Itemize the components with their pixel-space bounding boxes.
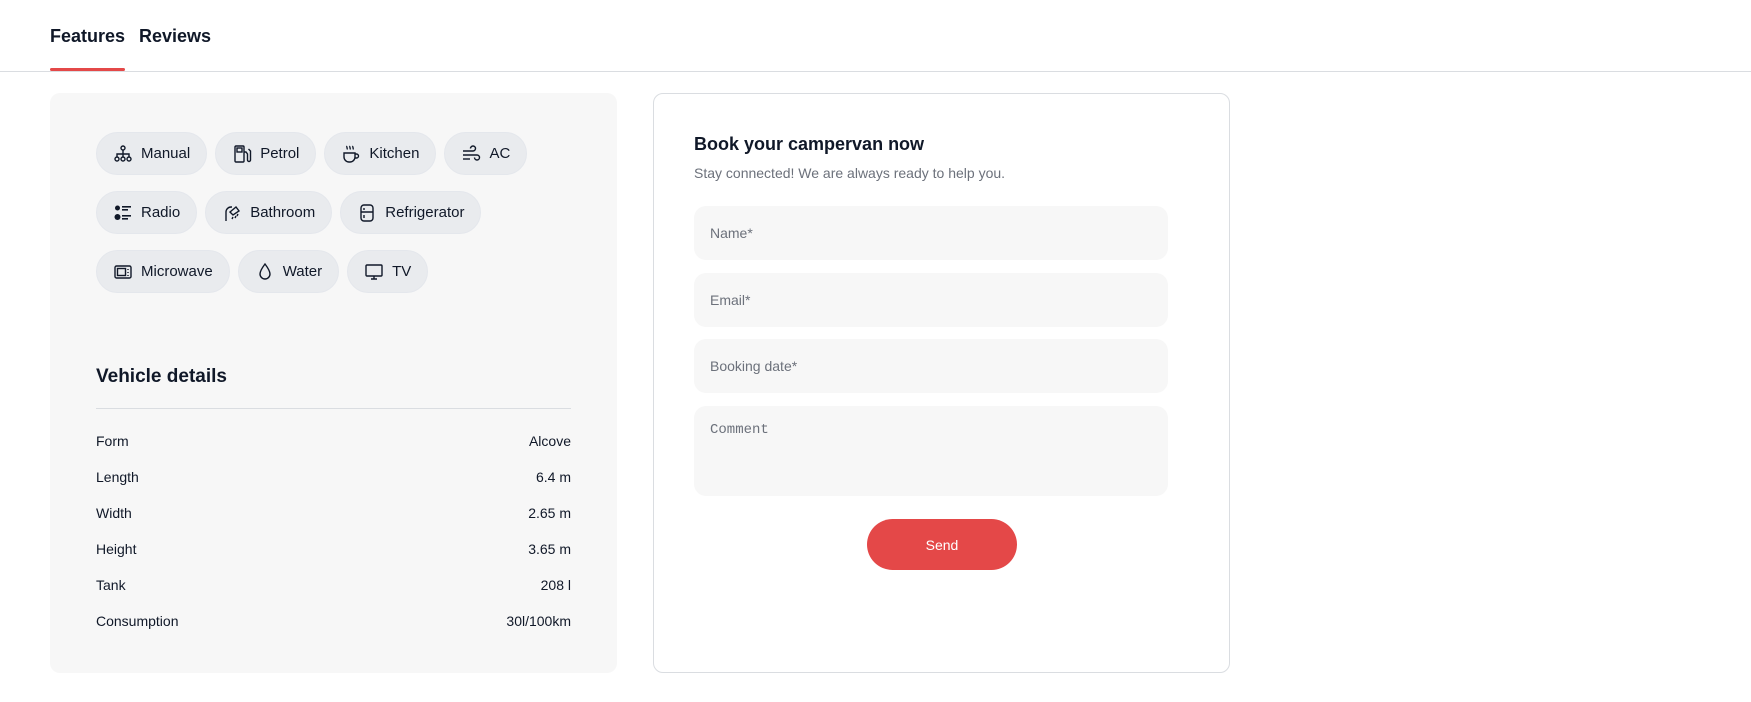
detail-label: Height	[96, 541, 137, 557]
fuel-pump-icon	[234, 144, 252, 163]
feature-chip-radio: Radio	[96, 191, 198, 234]
radio-icon	[114, 205, 131, 220]
feature-chips: Manual Petrol Kitchen AC Radio Bathroom …	[96, 132, 576, 293]
feature-label: Bathroom	[250, 204, 316, 221]
booking-date-input[interactable]	[694, 339, 1168, 393]
feature-chip-microwave: Microwave	[96, 250, 230, 293]
email-input[interactable]	[694, 273, 1168, 327]
detail-row: Tank 208 l	[96, 577, 571, 613]
detail-row: Height 3.65 m	[96, 541, 571, 577]
feature-label: AC	[489, 145, 511, 162]
feature-chip-kitchen: Kitchen	[324, 132, 437, 175]
detail-value: Alcove	[528, 433, 571, 449]
detail-value: 6.4 m	[535, 469, 571, 485]
detail-label: Form	[96, 433, 129, 449]
vehicle-details-list: Form Alcove Length 6.4 m Width 2.65 m He…	[96, 433, 571, 649]
tv-icon	[365, 263, 383, 280]
feature-chip-manual: Manual	[96, 132, 208, 175]
shower-icon	[225, 205, 241, 221]
feature-chip-refrigerator: Refrigerator	[340, 191, 482, 234]
water-drop-icon	[258, 262, 271, 280]
feature-chip-petrol: Petrol	[215, 132, 317, 175]
tabs-bar: Features Reviews	[0, 0, 1751, 72]
feature-chip-ac: AC	[444, 132, 528, 175]
feature-chip-tv: TV	[347, 250, 429, 293]
send-button[interactable]: Send	[867, 519, 1017, 570]
booking-subtitle: Stay connected! We are always ready to h…	[694, 165, 1006, 181]
tab-features[interactable]: Features	[50, 26, 125, 47]
booking-form: Book your campervan now Stay connected! …	[653, 93, 1230, 673]
vehicle-details-title: Vehicle details	[96, 366, 227, 387]
detail-value: 30l/100km	[506, 613, 571, 629]
transmission-icon	[114, 144, 132, 162]
wind-icon	[463, 144, 481, 161]
comment-textarea[interactable]	[694, 406, 1168, 496]
active-tab-indicator	[50, 68, 125, 71]
feature-label: Refrigerator	[385, 204, 465, 221]
detail-value: 3.65 m	[528, 541, 571, 557]
feature-chip-water: Water	[237, 250, 340, 293]
cup-hot-icon	[343, 145, 360, 163]
features-panel: Manual Petrol Kitchen AC Radio Bathroom …	[50, 93, 617, 673]
detail-row: Length 6.4 m	[96, 469, 571, 505]
feature-label: Radio	[141, 204, 181, 221]
microwave-icon	[114, 264, 132, 279]
detail-label: Length	[96, 469, 139, 485]
feature-chip-bathroom: Bathroom	[205, 191, 333, 234]
detail-value: 2.65 m	[528, 505, 571, 521]
feature-label: Petrol	[260, 145, 300, 162]
detail-label: Consumption	[96, 613, 179, 629]
feature-label: TV	[392, 263, 412, 280]
fridge-icon	[360, 203, 374, 222]
booking-title: Book your campervan now	[694, 134, 925, 154]
name-input[interactable]	[694, 206, 1168, 260]
divider	[96, 408, 571, 409]
feature-label: Water	[282, 263, 323, 280]
detail-row: Consumption 30l/100km	[96, 613, 571, 649]
tab-reviews[interactable]: Reviews	[139, 26, 211, 47]
detail-row: Form Alcove	[96, 433, 571, 469]
detail-value: 208 l	[540, 577, 571, 593]
detail-label: Tank	[96, 577, 126, 593]
detail-label: Width	[96, 505, 132, 521]
detail-row: Width 2.65 m	[96, 505, 571, 541]
feature-label: Microwave	[141, 263, 213, 280]
feature-label: Kitchen	[369, 145, 420, 162]
feature-label: Manual	[141, 145, 191, 162]
